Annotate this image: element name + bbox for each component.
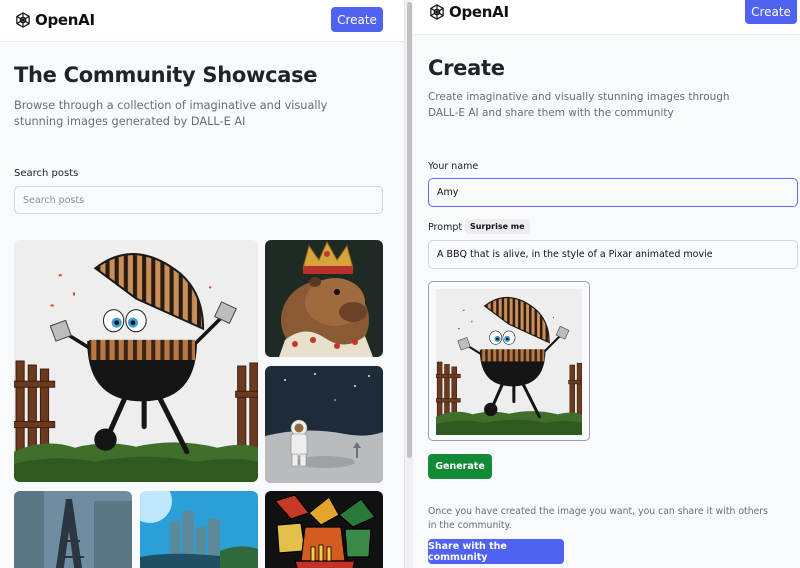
brand-name: OpenAI [449,3,509,21]
create-button[interactable]: Create [745,0,797,24]
page-title: Create [428,56,505,80]
create-window: OpenAI Create Create Create imaginative … [413,0,800,568]
openai-logo[interactable]: OpenAI [428,3,509,21]
prompt-label: Prompt [428,222,463,233]
site-header: OpenAI Create [0,0,404,42]
gallery-image-eiffel[interactable] [14,491,132,568]
create-button[interactable]: Create [331,7,383,32]
search-input[interactable] [14,186,383,214]
openai-logo-icon [14,11,32,29]
name-input[interactable] [428,178,798,207]
share-note: Once you have created the image you want… [428,506,768,531]
page-description: Create imaginative and visually stunning… [428,91,730,119]
showcase-window: OpenAI Create The Community Showcase Bro… [0,0,404,568]
generated-image [436,289,582,435]
page-description: Browse through a collection of imaginati… [14,99,328,128]
gallery-image-astronaut[interactable] [265,366,383,483]
name-label: Your name [428,161,479,172]
brand-name: OpenAI [35,11,95,29]
gallery-image-capybara[interactable] [265,240,383,357]
prompt-input[interactable] [428,240,798,269]
openai-logo[interactable]: OpenAI [14,11,95,29]
gallery-image-castle[interactable] [140,491,258,568]
generate-button[interactable]: Generate [428,454,492,479]
gallery-image-bbq[interactable] [14,240,258,482]
site-header: OpenAI Create [413,0,800,35]
left-scrollbar[interactable] [404,0,413,568]
surprise-me-button[interactable]: Surprise me [465,219,530,234]
openai-logo-icon [428,3,446,21]
left-scrollbar-thumb[interactable] [407,2,412,458]
search-label: Search posts [14,168,79,179]
page-title: The Community Showcase [14,63,318,87]
share-button[interactable]: Share with the community [428,539,564,564]
gallery-image-stained-glass[interactable] [265,491,383,568]
image-preview [428,281,590,441]
